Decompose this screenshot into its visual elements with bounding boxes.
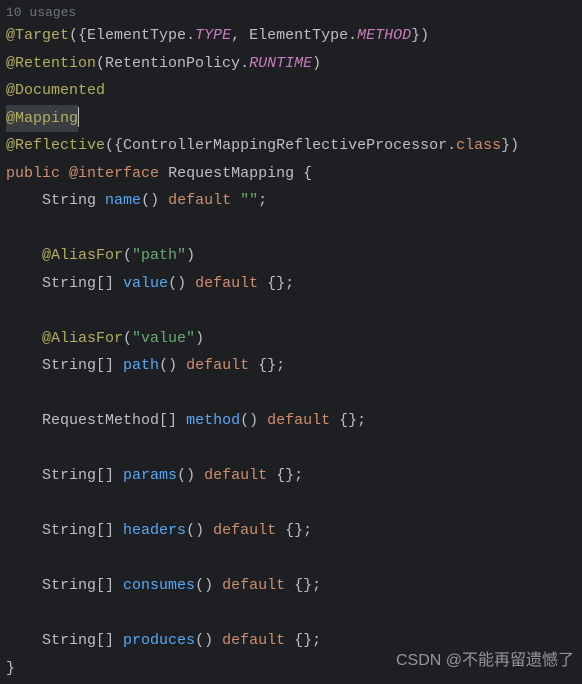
- method-name: produces: [123, 632, 195, 649]
- array-literal: {}: [258, 357, 276, 374]
- code-line: [6, 215, 576, 243]
- keyword-default: default: [195, 275, 258, 292]
- method-name: path: [123, 357, 159, 374]
- code-line: [6, 435, 576, 463]
- keyword-public: public: [6, 165, 60, 182]
- array-literal: {}: [276, 467, 294, 484]
- type-ref: String[]: [42, 467, 114, 484]
- type-ref: ElementType: [87, 27, 186, 44]
- keyword-default: default: [213, 522, 276, 539]
- type-ref: ElementType: [249, 27, 348, 44]
- method-name: consumes: [123, 577, 195, 594]
- code-line: String[] params() default {};: [6, 462, 576, 490]
- enum-const: TYPE: [195, 27, 231, 44]
- array-literal: {}: [294, 632, 312, 649]
- code-line: RequestMethod[] method() default {};: [6, 407, 576, 435]
- code-line: @Documented: [6, 77, 576, 105]
- code-line: public @interface RequestMapping {: [6, 160, 576, 188]
- array-literal: {}: [339, 412, 357, 429]
- usages-hint[interactable]: 10 usages: [6, 4, 576, 22]
- code-line: [6, 545, 576, 573]
- annotation-reflective: @Reflective: [6, 137, 105, 154]
- enum-const: RUNTIME: [249, 55, 312, 72]
- method-name: headers: [123, 522, 186, 539]
- code-line: [6, 600, 576, 628]
- code-line: [6, 380, 576, 408]
- type-ref: RetentionPolicy: [105, 55, 240, 72]
- annotation-aliasfor: @AliasFor: [42, 247, 123, 264]
- code-line: @Mapping: [6, 105, 576, 133]
- annotation-target: @Target: [6, 27, 69, 44]
- code-line: [6, 297, 576, 325]
- method-name: name: [105, 192, 141, 209]
- type-ref: String[]: [42, 357, 114, 374]
- array-literal: {}: [294, 577, 312, 594]
- code-line: String[] path() default {};: [6, 352, 576, 380]
- code-line: String[] value() default {};: [6, 270, 576, 298]
- annotation-retention: @Retention: [6, 55, 96, 72]
- type-ref: String[]: [42, 577, 114, 594]
- code-line: [6, 490, 576, 518]
- keyword-default: default: [222, 577, 285, 594]
- caret-line-highlight: @Mapping: [6, 105, 78, 133]
- text-caret: [78, 107, 79, 127]
- keyword-default: default: [168, 192, 231, 209]
- type-ref: String[]: [42, 522, 114, 539]
- watermark: CSDN @不能再留遗憾了: [396, 647, 574, 675]
- annotation-mapping: @Mapping: [6, 110, 78, 127]
- code-line: @Target({ElementType.TYPE, ElementType.M…: [6, 22, 576, 50]
- code-line: String[] consumes() default {};: [6, 572, 576, 600]
- method-name: params: [123, 467, 177, 484]
- method-name: value: [123, 275, 168, 292]
- type-ref: String[]: [42, 632, 114, 649]
- array-literal: {}: [267, 275, 285, 292]
- type-ref: String: [42, 192, 96, 209]
- class-keyword: class: [456, 137, 501, 154]
- code-line: String[] headers() default {};: [6, 517, 576, 545]
- enum-const: METHOD: [357, 27, 411, 44]
- method-name: method: [186, 412, 240, 429]
- code-line: String name() default "";: [6, 187, 576, 215]
- keyword-default: default: [186, 357, 249, 374]
- keyword-default: default: [204, 467, 267, 484]
- type-ref: ControllerMappingReflectiveProcessor: [123, 137, 447, 154]
- keyword-default: default: [267, 412, 330, 429]
- annotation-aliasfor: @AliasFor: [42, 330, 123, 347]
- annotation-documented: @Documented: [6, 82, 105, 99]
- code-line: @Retention(RetentionPolicy.RUNTIME): [6, 50, 576, 78]
- string-literal: "": [240, 192, 258, 209]
- array-literal: {}: [285, 522, 303, 539]
- code-line: @AliasFor("path"): [6, 242, 576, 270]
- type-ref: String[]: [42, 275, 114, 292]
- string-literal: "value": [132, 330, 195, 347]
- code-line: @AliasFor("value"): [6, 325, 576, 353]
- keyword-interface: @interface: [69, 165, 159, 182]
- keyword-default: default: [222, 632, 285, 649]
- string-literal: "path": [132, 247, 186, 264]
- code-line: @Reflective({ControllerMappingReflective…: [6, 132, 576, 160]
- interface-name: RequestMapping: [168, 165, 294, 182]
- type-ref: RequestMethod[]: [42, 412, 177, 429]
